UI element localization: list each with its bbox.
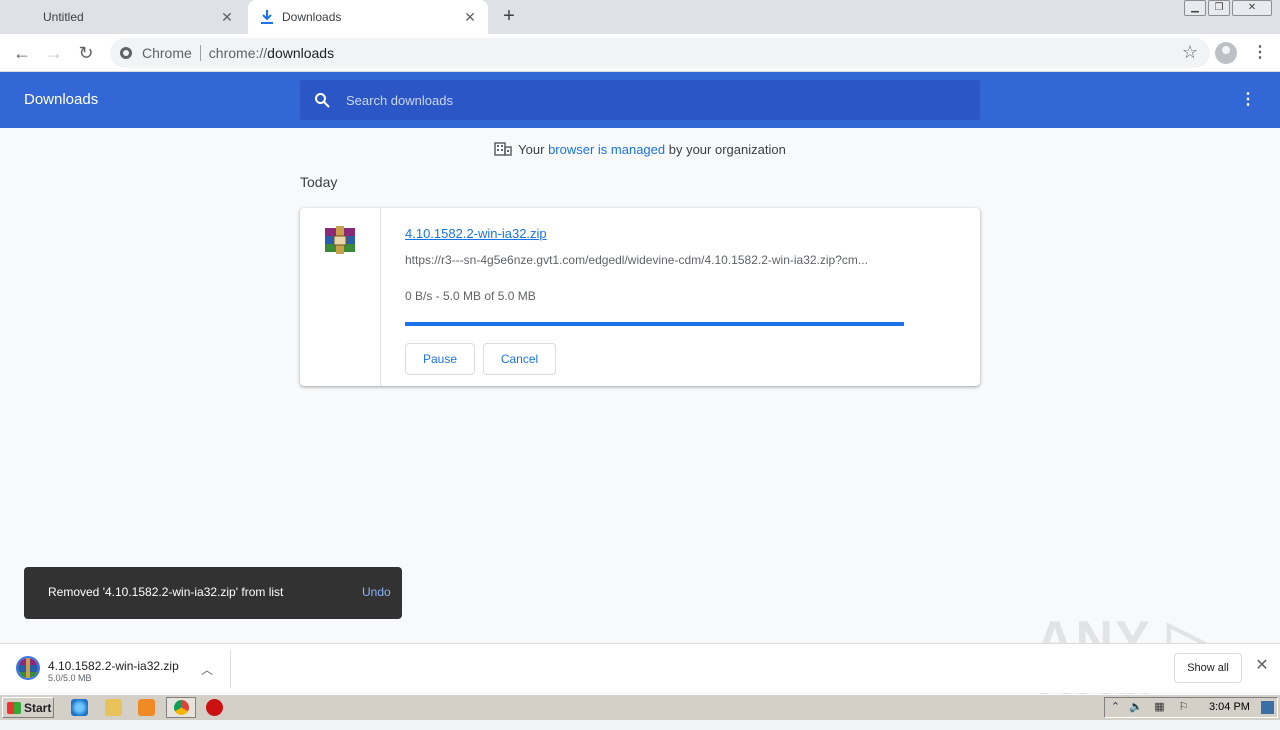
removed-toast: Removed '4.10.1582.2-win-ia32.zip' from … [24,567,402,619]
url-path: downloads [267,45,335,61]
file-name-link[interactable]: 4.10.1582.2-win-ia32.zip [405,226,547,241]
internet-explorer-icon[interactable] [71,699,88,716]
date-section-label: Today [300,174,338,190]
media-player-icon[interactable] [138,699,155,716]
downloads-header: Downloads ⋮ [0,72,1280,128]
archive-icon [18,658,38,678]
site-label: Chrome [142,45,192,61]
search-box[interactable] [300,80,980,120]
close-shelf-icon[interactable]: ✕ [1254,658,1270,674]
pause-button[interactable]: Pause [405,343,475,375]
search-input[interactable] [346,80,966,120]
tab-untitled[interactable]: Untitled ✕ [0,0,245,34]
new-tab-button[interactable]: + [498,5,520,27]
managed-prefix: Your [518,142,549,157]
downloads-main: Your browser is managed by your organiza… [0,128,1280,643]
browser-menu-icon[interactable]: ⋮ [1252,42,1268,64]
window-close-button[interactable]: ✕ [1232,0,1272,16]
download-item-card: 4.10.1582.2-win-ia32.zip https://r3---sn… [300,208,980,386]
tab-label: Downloads [282,10,342,24]
windows-taskbar: Start ⌃ 🔈 ▦ ⚐ 3:04 PM [0,694,1280,720]
forward-icon[interactable]: → [44,43,64,63]
managed-suffix: by your organization [665,142,786,157]
start-button[interactable]: Start [2,697,54,718]
profile-avatar-icon[interactable] [1215,42,1237,64]
window-controls: ▁ ❐ ✕ [1184,0,1272,16]
file-source-url[interactable]: https://r3---sn-4g5e6nze.gvt1.com/edgedl… [405,253,905,267]
managed-notice: Your browser is managed by your organiza… [0,142,1280,157]
chevron-up-icon[interactable]: ︿ [200,661,214,677]
site-chip[interactable]: Chrome [120,45,192,61]
file-explorer-icon[interactable] [105,699,122,716]
bookmark-star-icon[interactable]: ☆ [1182,42,1198,63]
chrome-icon [120,47,132,59]
chrome-icon [174,700,189,715]
divider [199,45,201,61]
show-all-button[interactable]: Show all [1174,653,1242,683]
clock[interactable]: 3:04 PM [1209,701,1250,713]
cancel-button[interactable]: Cancel [483,343,556,375]
show-hidden-icons-icon[interactable]: ⌃ [1109,701,1122,714]
undo-button[interactable]: Undo [362,585,391,599]
download-status: 0 B/s - 5.0 MB of 5.0 MB [405,289,536,303]
reload-icon[interactable]: ↻ [76,43,96,63]
minimize-button[interactable]: ▁ [1184,0,1206,16]
browser-toolbar: ← → ↻ Chrome chrome://downloads ☆ [0,34,1280,72]
show-desktop-icon[interactable] [1261,701,1274,714]
search-icon [315,93,330,108]
download-shelf: 4.10.1582.2-win-ia32.zip 5.0/5.0 MB ︿ Sh… [0,643,1280,693]
tab-label: Untitled [43,10,84,24]
restore-button[interactable]: ❐ [1208,0,1230,16]
winrar-archive-icon[interactable] [16,656,40,680]
tab-downloads[interactable]: Downloads ✕ [248,0,488,34]
progress-bar [405,322,904,326]
download-icon [261,10,273,24]
windows-logo-icon [7,701,21,714]
shelf-file-name[interactable]: 4.10.1582.2-win-ia32.zip [48,659,179,673]
file-icon-column [300,208,381,386]
more-actions-icon[interactable]: ⋮ [1240,88,1256,112]
managed-link[interactable]: browser is managed [548,142,665,157]
action-center-flag-icon[interactable]: ⚐ [1177,701,1190,714]
network-icon[interactable]: ▦ [1153,701,1166,714]
page-title: Downloads [24,91,99,108]
system-tray: ⌃ 🔈 ▦ ⚐ 3:04 PM [1104,697,1278,718]
start-label: Start [24,700,52,715]
progress-fill [405,322,904,326]
volume-icon[interactable]: 🔈 [1129,701,1143,714]
building-icon [494,142,512,156]
chrome-taskbar-button[interactable] [166,697,196,718]
close-icon[interactable]: ✕ [462,9,478,25]
close-icon[interactable]: ✕ [219,9,235,25]
url-scheme: chrome:// [208,45,268,61]
toast-message: Removed '4.10.1582.2-win-ia32.zip' from … [48,585,284,599]
back-icon[interactable]: ← [12,43,32,63]
winrar-archive-icon [325,226,355,254]
divider [230,650,231,688]
tab-strip: Untitled ✕ Downloads ✕ + ▁ ❐ ✕ [0,0,1280,34]
address-bar[interactable]: Chrome chrome://downloads ☆ [110,38,1210,68]
security-alert-icon[interactable] [206,699,223,716]
shelf-file-size: 5.0/5.0 MB [48,673,92,683]
